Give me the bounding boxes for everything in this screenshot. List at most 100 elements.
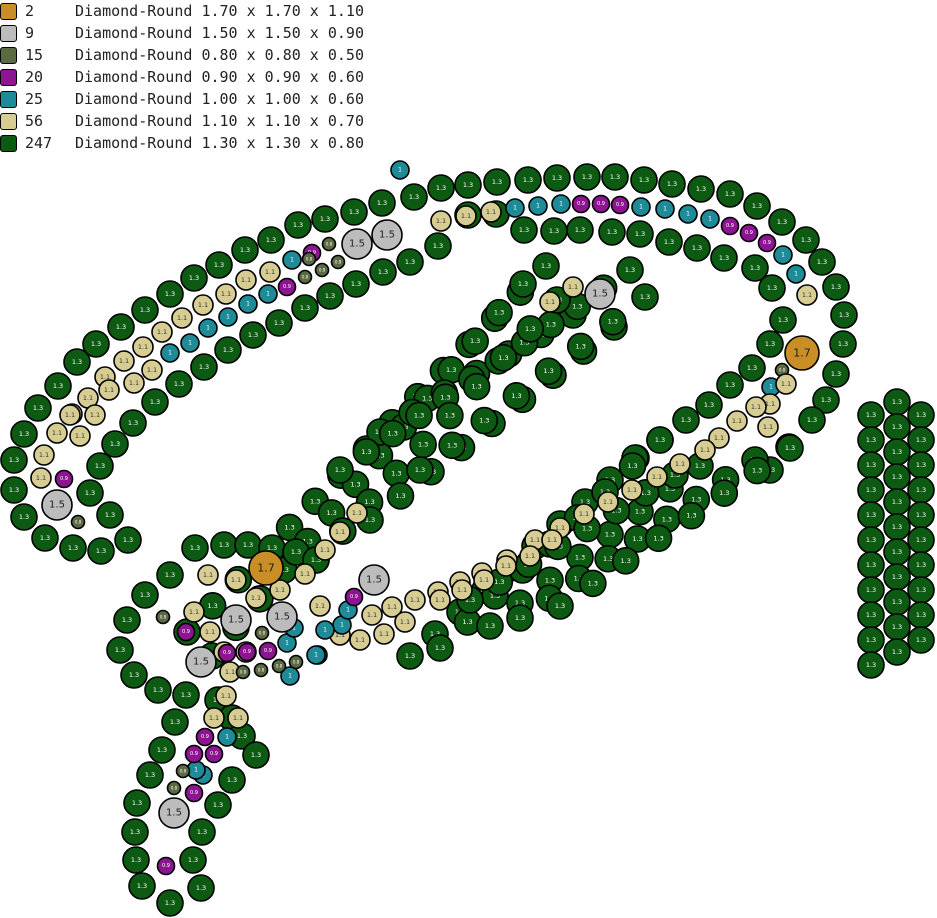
stone-size-label: 0.9 <box>726 223 734 229</box>
stone-1-3: 1.3 <box>204 791 232 819</box>
stone-size-label: 1.1 <box>104 386 114 394</box>
stone-size-label: 1.3 <box>40 534 50 542</box>
stone-1-3: 1.3 <box>907 501 935 529</box>
stone-size-label: 1.1 <box>52 429 62 437</box>
legend-count: 247 <box>25 134 53 152</box>
stone-1-3: 1.3 <box>683 234 711 262</box>
stone-size-label: 1.3 <box>750 264 760 272</box>
stone-size-label: 1.3 <box>916 636 926 644</box>
stone-size-label: 1 <box>194 767 198 774</box>
stone-1-3: 1.3 <box>630 166 658 194</box>
stone-1-3: 1.3 <box>128 872 156 900</box>
legend-size: 0.80 x 0.80 x 0.50 <box>201 46 364 64</box>
stone-0-8: 0.8 <box>297 269 313 285</box>
stone-size-label: 1.3 <box>817 258 827 266</box>
stone-size-label: 1.1 <box>177 314 187 322</box>
legend-count: 25 <box>25 90 44 108</box>
stone-size-label: 1.3 <box>219 541 229 549</box>
stone-size-label: 1.1 <box>129 379 139 387</box>
stone-1-5: 1.5 <box>371 219 403 251</box>
stone-size-label: 1.3 <box>839 311 849 319</box>
stone-size-label: 1.5 <box>274 612 290 623</box>
stone-size-label: 1.3 <box>251 751 261 759</box>
legend-swatch <box>0 2 17 20</box>
stone-1-3: 1.3 <box>598 218 626 246</box>
stone-1-3: 1.3 <box>76 479 104 507</box>
stone-1-3: 1.3 <box>738 354 766 382</box>
stone-size-label: 1.3 <box>767 284 777 292</box>
stone-1-3: 1.3 <box>534 357 563 385</box>
stone-1-3: 1.3 <box>672 406 700 434</box>
stone-size-label: 1.3 <box>436 184 446 192</box>
stone-size-label: 1.5 <box>193 657 209 668</box>
stone-size-label: 1.3 <box>695 462 705 470</box>
stone-size-label: 0.8 <box>75 520 82 525</box>
stone-0-8: 0.8 <box>166 780 182 796</box>
stone-size-label: 1.7 <box>793 347 811 360</box>
stone-size-label: 0.8 <box>259 631 266 636</box>
stone-size-label: 1.3 <box>492 178 502 186</box>
stone-1-3: 1.3 <box>10 503 38 531</box>
stone-size-label: 1.3 <box>635 508 645 516</box>
stone-size-label: 1.3 <box>892 623 902 631</box>
stone-size-label: 1.3 <box>214 261 224 269</box>
stone-size-label: 1.3 <box>607 228 617 236</box>
stone-size-label: 0.9 <box>350 594 358 600</box>
stone-size-label: 1.1 <box>367 611 377 619</box>
stone-size-label: 1.1 <box>251 594 261 602</box>
stone-1-3: 1.3 <box>180 264 208 292</box>
stone-size-label: 1.3 <box>831 370 841 378</box>
stone-size-label: 1.3 <box>433 242 443 250</box>
stone-size-label: 1.3 <box>866 511 876 519</box>
stone-1-3: 1.3 <box>24 394 52 422</box>
stone-1-0: 1 <box>390 160 410 180</box>
legend-size: 1.70 x 1.70 x 1.10 <box>201 2 364 20</box>
stone-size-label: 1.3 <box>414 411 424 419</box>
stone-1-1: 1.1 <box>562 276 584 298</box>
stone-1-3: 1.3 <box>710 479 739 507</box>
stone-size-label: 1 <box>285 640 289 647</box>
stone-size-label: 1.3 <box>546 321 556 329</box>
stone-1-3: 1.3 <box>242 741 270 769</box>
legend-row: 2 Diamond-Round 1.70 x 1.70 x 1.10 <box>0 0 364 22</box>
stone-size-label: 1.1 <box>435 596 445 604</box>
stone-1-3: 1.3 <box>122 846 150 874</box>
stone-1-3: 1.3 <box>808 248 836 276</box>
stone-size-label: 1.3 <box>310 497 320 505</box>
stone-size-label: 1.3 <box>479 417 489 425</box>
stone-1-1: 1.1 <box>373 623 395 645</box>
stone-size-label: 1.1 <box>90 411 100 419</box>
stone-size-label: 1.3 <box>582 173 592 181</box>
stone-1-1: 1.1 <box>235 269 257 291</box>
stone-size-label: 1.1 <box>209 714 219 722</box>
stone-1-3: 1.3 <box>768 208 796 236</box>
stone-0-8: 0.8 <box>321 236 337 252</box>
legend-shape: Diamond-Round <box>75 2 193 20</box>
stone-size-label: 0.8 <box>319 268 326 273</box>
stone-0-9: 0.9 <box>720 216 740 236</box>
stone-1-1: 1.1 <box>141 359 163 381</box>
stone-1-1: 1.1 <box>495 555 517 577</box>
stone-size-label: 1.1 <box>335 528 345 536</box>
stone-1-0: 1 <box>655 199 675 219</box>
stone-size-label: 1.3 <box>445 412 455 420</box>
legend-swatch <box>0 112 17 130</box>
stone-size-label: 1.3 <box>95 462 105 470</box>
stone-1-3: 1.3 <box>822 273 850 301</box>
stone-size-label: 1.3 <box>266 236 276 244</box>
stone-size-label: 1.1 <box>700 446 710 454</box>
stone-size-label: 1 <box>314 652 318 659</box>
stone-1-3: 1.3 <box>156 561 184 589</box>
stone-size-label: 1.1 <box>157 328 167 336</box>
stone-size-label: 1.3 <box>350 480 360 488</box>
stone-1-3: 1.3 <box>106 636 134 664</box>
stone-1-3: 1.3 <box>792 226 820 254</box>
stone-size-label: 0.9 <box>60 476 68 482</box>
stone-size-label: 1.3 <box>892 473 902 481</box>
stone-size-label: 1.3 <box>866 436 876 444</box>
stone-size-label: 1 <box>346 607 350 614</box>
stone-size-label: 1.1 <box>39 451 49 459</box>
stone-size-label: 1.5 <box>166 808 182 819</box>
stone-1-0: 1 <box>282 250 302 270</box>
stone-size-label: 1.3 <box>866 536 876 544</box>
